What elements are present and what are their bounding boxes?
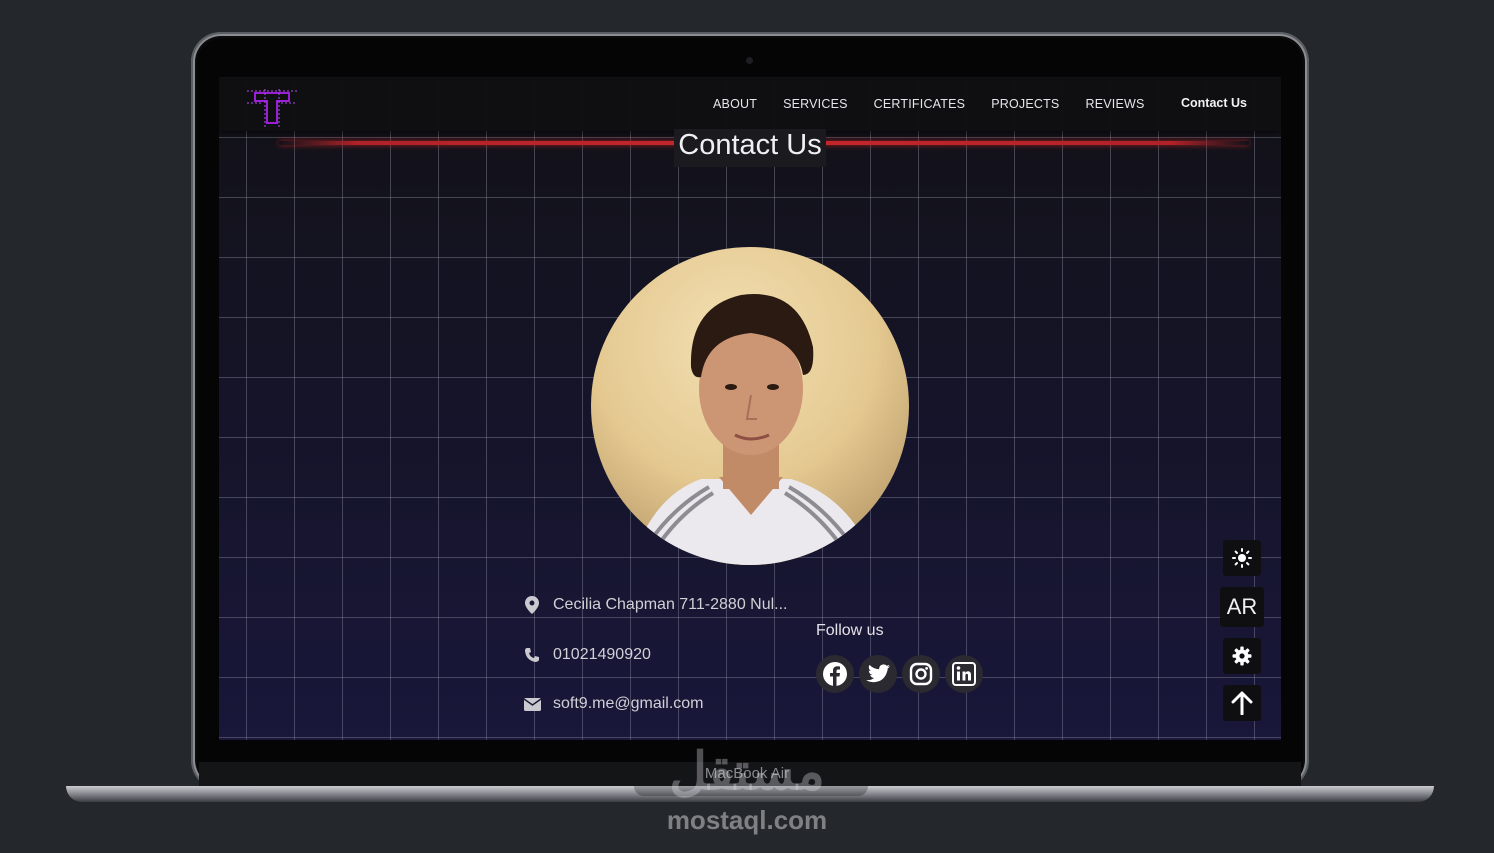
facebook-button[interactable] bbox=[816, 655, 854, 693]
contact-address: Cecilia Chapman 711-2880 Nul... bbox=[523, 595, 788, 615]
nav-projects[interactable]: PROJECTS bbox=[991, 97, 1059, 113]
email-text[interactable]: soft9.me@gmail.com bbox=[553, 695, 704, 713]
language-toggle-button[interactable]: AR bbox=[1220, 587, 1264, 627]
instagram-button[interactable] bbox=[902, 655, 940, 693]
location-pin-icon bbox=[523, 596, 541, 614]
phone-icon bbox=[523, 646, 541, 664]
contact-email: soft9.me@gmail.com bbox=[523, 694, 704, 714]
settings-button[interactable] bbox=[1223, 638, 1261, 674]
watermark-text: mostaql.com bbox=[666, 805, 828, 835]
twitter-icon bbox=[866, 664, 890, 683]
nav-services[interactable]: SERVICES bbox=[783, 97, 848, 113]
envelope-icon bbox=[523, 695, 541, 713]
camera-dot bbox=[746, 57, 753, 64]
follow-title: Follow us bbox=[816, 622, 884, 639]
t-logo-icon[interactable] bbox=[245, 87, 299, 129]
nav-reviews[interactable]: REVIEWS bbox=[1085, 97, 1144, 113]
twitter-button[interactable] bbox=[859, 655, 897, 693]
browser-screen: ABOUT SERVICES CERTIFICATES PROJECTS REV… bbox=[219, 77, 1281, 740]
sun-icon bbox=[1232, 548, 1252, 568]
contact-phone: 01021490920 bbox=[523, 645, 651, 665]
arrow-up-icon bbox=[1231, 691, 1253, 715]
phone-text[interactable]: 01021490920 bbox=[553, 646, 651, 664]
scroll-top-button[interactable] bbox=[1223, 685, 1261, 721]
nav-contact-us[interactable]: Contact Us bbox=[1181, 96, 1247, 110]
nav-certificates[interactable]: CERTIFICATES bbox=[874, 97, 966, 113]
navbar: ABOUT SERVICES CERTIFICATES PROJECTS REV… bbox=[219, 77, 1281, 131]
gear-icon bbox=[1232, 646, 1252, 666]
theme-toggle-button[interactable] bbox=[1223, 540, 1261, 576]
facebook-icon bbox=[823, 662, 847, 686]
linkedin-icon bbox=[952, 662, 976, 686]
watermark-arabic: مستقل bbox=[669, 743, 825, 801]
linkedin-button[interactable] bbox=[945, 655, 983, 693]
nav-about[interactable]: ABOUT bbox=[713, 97, 757, 113]
address-text: Cecilia Chapman 711-2880 Nul... bbox=[553, 596, 788, 613]
page-title: Contact Us bbox=[678, 129, 822, 161]
avatar bbox=[591, 247, 909, 565]
nav-links: ABOUT SERVICES CERTIFICATES PROJECTS REV… bbox=[713, 97, 1145, 113]
instagram-icon bbox=[909, 662, 933, 686]
